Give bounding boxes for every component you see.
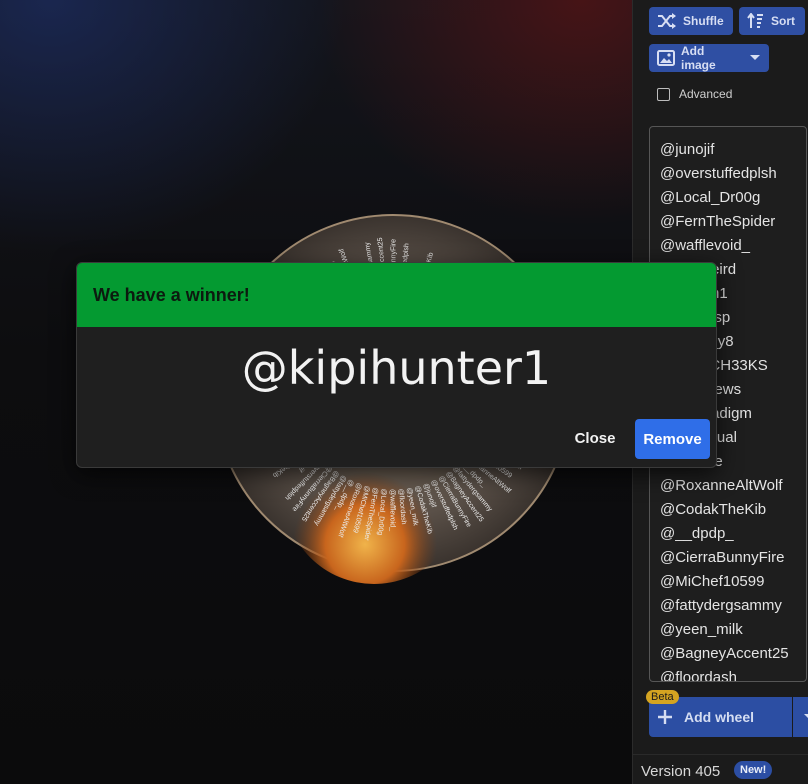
advanced-checkbox[interactable] bbox=[657, 87, 670, 101]
new-badge[interactable]: New! bbox=[734, 761, 773, 779]
entry-line: @MiChef10599 bbox=[660, 573, 765, 590]
entry-line: @RoxanneAltWolf bbox=[660, 477, 783, 494]
entry-line: @wafflevoid_ bbox=[660, 237, 750, 254]
remove-button[interactable]: Remove bbox=[635, 419, 710, 459]
shuffle-label: Shuffle bbox=[683, 14, 724, 28]
image-icon bbox=[657, 50, 675, 66]
entry-line: @yeen_milk bbox=[660, 621, 743, 638]
entry-line: @Local_Dr00g bbox=[660, 189, 761, 206]
add-wheel-dropdown[interactable] bbox=[793, 697, 808, 737]
dialog-header: We have a winner! bbox=[77, 263, 716, 327]
add-wheel-label: Add wheel bbox=[684, 709, 755, 725]
shuffle-button[interactable]: Shuffle bbox=[649, 7, 733, 35]
footer-divider bbox=[633, 754, 808, 755]
plus-icon bbox=[658, 710, 672, 724]
winner-dialog: We have a winner! @kipihunter1 Close Rem… bbox=[76, 262, 717, 468]
entry-line: @CodakTheKib bbox=[660, 501, 767, 518]
sort-icon bbox=[747, 13, 763, 28]
advanced-label: Advanced bbox=[679, 87, 733, 101]
shuffle-icon bbox=[658, 13, 676, 29]
add-image-label: Add image bbox=[681, 44, 716, 72]
sort-button[interactable]: Sort bbox=[739, 7, 805, 35]
wheel-label: @wafflevoid_ bbox=[389, 489, 396, 531]
dialog-title: We have a winner! bbox=[93, 284, 250, 305]
sort-label: Sort bbox=[771, 14, 795, 28]
entry-line: @BagneyAccent25 bbox=[660, 645, 789, 662]
add-image-button[interactable]: Add image bbox=[649, 44, 769, 72]
entry-line: @floordash bbox=[660, 669, 737, 682]
beta-badge: Beta bbox=[646, 690, 679, 704]
chevron-down-icon bbox=[803, 714, 808, 719]
entry-line: @fattydergsammy bbox=[660, 597, 782, 614]
close-button[interactable]: Close bbox=[563, 419, 627, 457]
entry-line: @__dpdp_ bbox=[660, 525, 734, 542]
entry-line: @FernTheSpider bbox=[660, 213, 776, 230]
chevron-down-icon bbox=[750, 55, 760, 60]
entry-line: @junojif bbox=[660, 141, 715, 158]
advanced-toggle[interactable]: Advanced bbox=[657, 87, 732, 101]
version-text: Version 405 bbox=[641, 763, 721, 780]
entry-line: @CierraBunnyFire bbox=[660, 549, 785, 566]
entry-line: @overstuffedplsh bbox=[660, 165, 777, 182]
winner-name: @kipihunter1 bbox=[241, 341, 552, 395]
